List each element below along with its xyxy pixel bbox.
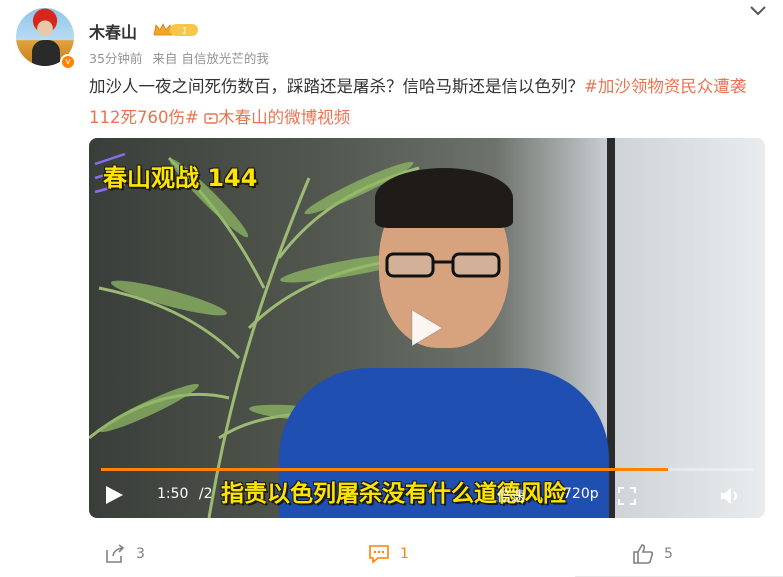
video-link[interactable]: 木春山的微博视频 [204, 108, 350, 127]
vip-level: 1 [182, 26, 187, 36]
fullscreen-icon[interactable] [617, 486, 637, 506]
post-time[interactable]: 35分钟前 [89, 51, 142, 66]
avatar-figure [32, 40, 60, 66]
speed-button[interactable]: 倍速 [497, 486, 525, 506]
video-controls: 1:50 /2 倍速 720p [89, 478, 765, 518]
glasses-image [385, 252, 501, 278]
chevron-down-icon[interactable] [749, 4, 767, 18]
share-icon [106, 544, 125, 563]
video-camera-icon [204, 113, 218, 124]
share-count: 3 [136, 546, 145, 562]
time-display: 1:50 /2 [157, 486, 213, 502]
post-body: 加沙人一夜之间死伤数百，踩踏还是屠杀？信哈马斯还是信以色列？ [89, 77, 584, 96]
post-text: 加沙人一夜之间死伤数百，踩踏还是屠杀？信哈马斯还是信以色列？#加沙领物资民众遭袭… [89, 71, 769, 133]
verified-badge-icon: v [60, 54, 76, 70]
thumbs-up-icon [633, 544, 654, 564]
video-link-label: 木春山的微博视频 [218, 108, 351, 127]
progress-fill [101, 468, 669, 471]
post-source[interactable]: 自信放光芒的我 [181, 51, 269, 66]
source-prefix: 来自 [152, 51, 178, 66]
play-icon[interactable] [402, 306, 446, 350]
volume-icon[interactable] [719, 486, 741, 506]
post-meta: 35分钟前 来自 自信放光芒的我 [89, 48, 275, 67]
post-actions: 3 1 5 [0, 540, 783, 577]
progress-bar[interactable] [101, 468, 753, 471]
current-time: 1:50 [157, 486, 189, 502]
video-player[interactable]: 春山观战 144 指责以色列屠杀没有什么道德风险 1:50 /2 倍速 720p [89, 138, 765, 518]
vip-crown-badge-icon[interactable]: 1 [152, 21, 200, 39]
comment-button[interactable]: 1 [368, 540, 409, 568]
comment-icon [369, 545, 389, 564]
total-time: 2 [203, 486, 213, 502]
person-hair [375, 168, 513, 228]
share-button[interactable]: 3 [104, 540, 145, 568]
like-button[interactable]: 5 [632, 540, 673, 568]
author-name[interactable]: 木春山 [89, 19, 137, 43]
like-count: 5 [664, 546, 673, 562]
video-title: 春山观战 144 [103, 164, 258, 192]
play-icon[interactable] [103, 484, 125, 506]
comment-count: 1 [400, 546, 409, 562]
quality-button[interactable]: 720p [563, 486, 599, 502]
